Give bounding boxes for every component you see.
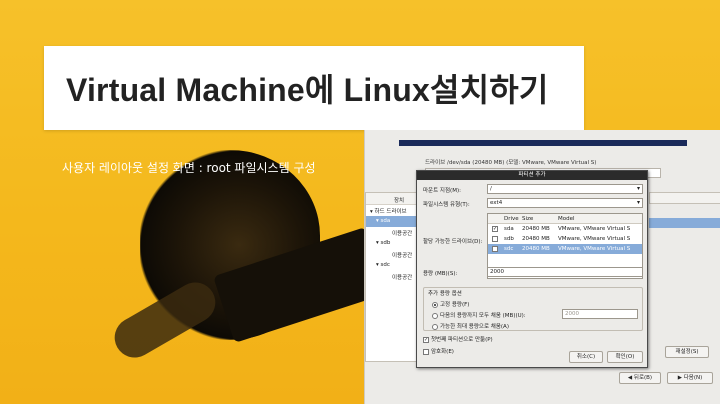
- mount-point-combo[interactable]: /: [487, 184, 643, 194]
- partition-list-selected-row[interactable]: [649, 218, 720, 228]
- next-button[interactable]: ▶ 다음(N): [667, 372, 713, 384]
- encrypt-checkbox[interactable]: [423, 348, 429, 355]
- option-fill-max[interactable]: 가능한 최대 용량으로 채움(A): [432, 322, 509, 330]
- size-stepper[interactable]: 2000: [487, 267, 643, 277]
- drive-info-text: 드라이브 /dev/sda (20480 MB) (모델: VMware, VM…: [425, 160, 597, 166]
- drives-label: 할당 가능한 드라이브(D):: [423, 239, 483, 245]
- fs-type-label: 파일시스템 유형(T):: [423, 202, 470, 208]
- ok-button[interactable]: 확인(O): [607, 351, 643, 363]
- drive-checkbox-sdb[interactable]: [492, 236, 498, 242]
- option-fill-upto[interactable]: 다음의 용량까지 모두 채움 (MB)(U):: [432, 311, 526, 319]
- drive-checkbox-sdc[interactable]: [492, 246, 498, 252]
- back-button[interactable]: ◀ 뒤로(B): [619, 372, 661, 384]
- radio-fill-max[interactable]: [432, 323, 438, 330]
- add-partition-dialog: 파티션 추가 마운트 지점(M): / 파일시스템 유형(T): ext4 할당…: [416, 170, 648, 368]
- size-options-group: 추가 용량 옵션 고정 용량(F) 다음의 용량까지 모두 채움 (MB)(U)…: [423, 287, 643, 331]
- radio-fill-upto[interactable]: [432, 312, 438, 319]
- reset-button[interactable]: 재설정(S): [665, 346, 709, 358]
- drive-checkbox-sda[interactable]: ✓: [492, 226, 498, 232]
- primary-partition-checkbox[interactable]: ✓: [423, 336, 429, 343]
- size-label: 용량 (MB)(S):: [423, 271, 458, 277]
- col-size: Size: [522, 216, 534, 222]
- drive-row-sdb[interactable]: sdb 20480 MB VMware, VMware Virtual S: [488, 234, 642, 244]
- encrypt-option[interactable]: 암호화(E): [423, 347, 454, 355]
- size-options-label: 추가 용량 옵션: [428, 291, 462, 297]
- partition-list-header: [649, 192, 720, 204]
- fill-upto-stepper[interactable]: 2000: [562, 309, 638, 319]
- slide-subtitle: 사용자 레이아웃 설정 화면 : root 파일시스템 구성: [62, 161, 316, 175]
- drive-row-sda[interactable]: ✓ sda 20480 MB VMware, VMware Virtual S: [488, 224, 642, 234]
- option-fixed[interactable]: 고정 용량(F): [432, 300, 469, 308]
- installer-header-bar: [399, 140, 687, 146]
- primary-partition-option[interactable]: ✓ 첫번째 파티션으로 만듦(P): [423, 335, 493, 343]
- mount-point-label: 마운트 지점(M):: [423, 188, 461, 194]
- drive-table-header: Drive Size Model: [488, 214, 642, 224]
- slide-title: Virtual Machine에 Linux설치하기: [66, 72, 549, 108]
- drive-row-sdc[interactable]: sdc 20480 MB VMware, VMware Virtual S: [488, 244, 642, 254]
- dialog-title: 파티션 추가: [417, 171, 647, 180]
- col-drive: Drive: [504, 216, 519, 222]
- cancel-button[interactable]: 취소(C): [569, 351, 603, 363]
- radio-fixed[interactable]: [432, 301, 438, 308]
- slide-title-box: Virtual Machine에 Linux설치하기: [44, 46, 584, 130]
- col-model: Model: [558, 216, 575, 222]
- fs-type-combo[interactable]: ext4: [487, 198, 643, 208]
